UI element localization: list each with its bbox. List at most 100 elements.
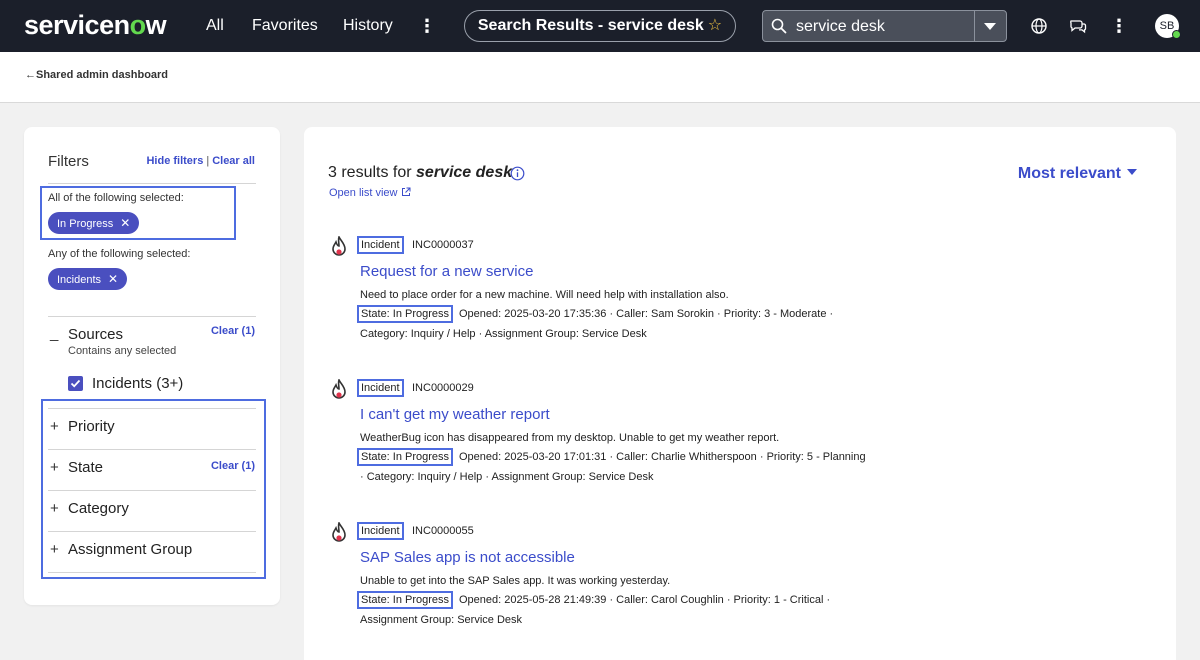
- result-description: WeatherBug icon has disappeared from my …: [360, 432, 780, 444]
- incident-flame-icon: [332, 379, 346, 399]
- search-icon: [771, 18, 787, 34]
- collapse-sources-toggle[interactable]: _: [50, 325, 58, 342]
- hide-filters-link[interactable]: Hide filters: [146, 155, 203, 167]
- results-panel: 3 results for service desk Open list vie…: [304, 127, 1176, 660]
- back-link-label: Shared admin dashboard: [36, 69, 169, 81]
- chat-icon[interactable]: [1069, 17, 1087, 35]
- result-type-badge: Incident: [357, 379, 404, 397]
- result-title-link[interactable]: Request for a new service: [360, 263, 533, 280]
- remove-chip-icon[interactable]: ✕: [120, 216, 130, 230]
- open-list-view-link[interactable]: Open list view: [329, 187, 411, 199]
- divider: [48, 572, 256, 573]
- more-menu-icon[interactable]: ⋮: [417, 16, 437, 36]
- divider: [48, 490, 256, 491]
- result-meta: Opened: 2025-03-20 17:35:36 · Caller: Sa…: [459, 308, 834, 320]
- filters-title: Filters: [48, 153, 89, 170]
- checkmark-icon: [70, 379, 81, 388]
- globe-icon[interactable]: [1030, 17, 1048, 35]
- any-selected-label: Any of the following selected:: [48, 248, 191, 260]
- online-status-dot: [1172, 30, 1181, 39]
- facet-category[interactable]: Category: [68, 500, 129, 517]
- expand-assignment-group-toggle[interactable]: +: [50, 541, 59, 558]
- result-title-link[interactable]: I can't get my weather report: [360, 406, 550, 423]
- result-meta: Opened: 2025-05-28 21:49:39 · Caller: Ca…: [459, 594, 831, 606]
- result-item: Incident INC0000037 Request for a new se…: [328, 236, 1148, 346]
- global-search: [762, 10, 1007, 42]
- divider: [48, 408, 256, 409]
- expand-priority-toggle[interactable]: +: [50, 418, 59, 435]
- expand-category-toggle[interactable]: +: [50, 500, 59, 517]
- search-divider: [974, 11, 975, 41]
- result-state-badge: State: In Progress: [357, 305, 454, 323]
- incident-flame-icon: [332, 236, 346, 256]
- result-item: Incident INC0000055 SAP Sales app is not…: [328, 522, 1148, 632]
- star-icon[interactable]: ☆: [708, 17, 722, 34]
- result-number: INC0000055: [412, 525, 474, 537]
- info-icon[interactable]: [510, 166, 525, 181]
- chip-label: In Progress: [57, 218, 114, 230]
- result-meta: · Category: Inquiry / Help · Assignment …: [360, 471, 654, 483]
- logo-text-end: w: [145, 10, 167, 40]
- divider: [48, 531, 256, 532]
- result-type-badge: Incident: [357, 522, 404, 540]
- divider: [48, 316, 256, 317]
- results-count-prefix: 3 results for: [328, 164, 417, 181]
- open-list-view-label: Open list view: [329, 187, 398, 199]
- result-number: INC0000029: [412, 382, 474, 394]
- clear-all-link[interactable]: Clear all: [212, 155, 255, 167]
- state-clear-link[interactable]: Clear (1): [211, 460, 255, 472]
- expand-state-toggle[interactable]: +: [50, 459, 59, 476]
- chip-incidents[interactable]: Incidents ✕: [48, 268, 128, 290]
- avatar-initials: SB: [1159, 20, 1175, 32]
- result-title-link[interactable]: SAP Sales app is not accessible: [360, 549, 575, 566]
- nav-all[interactable]: All: [206, 17, 224, 35]
- external-link-icon: [401, 187, 411, 196]
- user-avatar[interactable]: SB: [1155, 14, 1181, 39]
- result-state-badge: State: In Progress: [357, 591, 454, 609]
- result-state-badge: State: In Progress: [357, 448, 454, 466]
- incidents-option-label[interactable]: Incidents (3+): [92, 375, 183, 392]
- kebab-icon[interactable]: ⋮: [1109, 16, 1129, 36]
- sub-header: ←Shared admin dashboard: [0, 52, 1200, 103]
- results-count: 3 results for service desk: [328, 164, 512, 182]
- context-pill-label: Search Results - service desk: [477, 17, 704, 34]
- facet-priority[interactable]: Priority: [68, 418, 115, 435]
- result-item: Incident INC0000029 I can't get my weath…: [328, 379, 1148, 489]
- filters-panel: Filters Hide filters | Clear all All of th…: [24, 127, 280, 605]
- sources-clear-link[interactable]: Clear (1): [211, 325, 255, 337]
- divider: [48, 183, 256, 184]
- search-scope-dropdown-icon[interactable]: [984, 23, 996, 30]
- sort-dropdown[interactable]: Most relevant: [1018, 165, 1137, 183]
- chip-in-progress[interactable]: In Progress ✕: [48, 212, 140, 234]
- search-input[interactable]: [796, 16, 966, 38]
- divider: [48, 449, 256, 450]
- chevron-down-icon: [1127, 169, 1137, 175]
- remove-chip-icon[interactable]: ✕: [108, 272, 118, 286]
- result-number: INC0000037: [412, 239, 474, 251]
- nav-favorites[interactable]: Favorites: [252, 17, 318, 35]
- back-link[interactable]: ←Shared admin dashboard: [25, 69, 168, 81]
- result-description: Unable to get into the SAP Sales app. It…: [360, 575, 671, 587]
- top-navigation-bar: servicenow All Favorites History ⋮ Searc…: [0, 0, 1200, 52]
- servicenow-logo[interactable]: servicenow: [24, 10, 167, 41]
- logo-text-o: o: [129, 10, 147, 40]
- logo-text-start: servicen: [24, 10, 130, 40]
- all-selected-label: All of the following selected:: [48, 192, 184, 204]
- back-arrow-icon: ←: [25, 69, 36, 81]
- incident-flame-icon: [332, 522, 346, 542]
- result-meta: Assignment Group: Service Desk: [360, 614, 523, 626]
- result-type-badge: Incident: [357, 236, 404, 254]
- sources-subtitle: Contains any selected: [68, 345, 177, 357]
- result-description: Need to place order for a new machine. W…: [360, 289, 729, 301]
- incidents-checkbox[interactable]: [68, 376, 83, 391]
- nav-history[interactable]: History: [343, 17, 393, 35]
- filter-actions: Hide filters | Clear all: [146, 155, 255, 167]
- results-query: service desk: [416, 164, 513, 181]
- facet-assignment-group[interactable]: Assignment Group: [68, 541, 192, 558]
- facet-state[interactable]: State: [68, 459, 103, 476]
- result-meta: Opened: 2025-03-20 17:01:31 · Caller: Ch…: [459, 451, 866, 463]
- sort-label: Most relevant: [1017, 165, 1121, 182]
- facet-sources[interactable]: Sources: [68, 326, 123, 343]
- context-pill[interactable]: Search Results - service desk ☆: [464, 10, 736, 42]
- filter-actions-separator: |: [206, 155, 210, 167]
